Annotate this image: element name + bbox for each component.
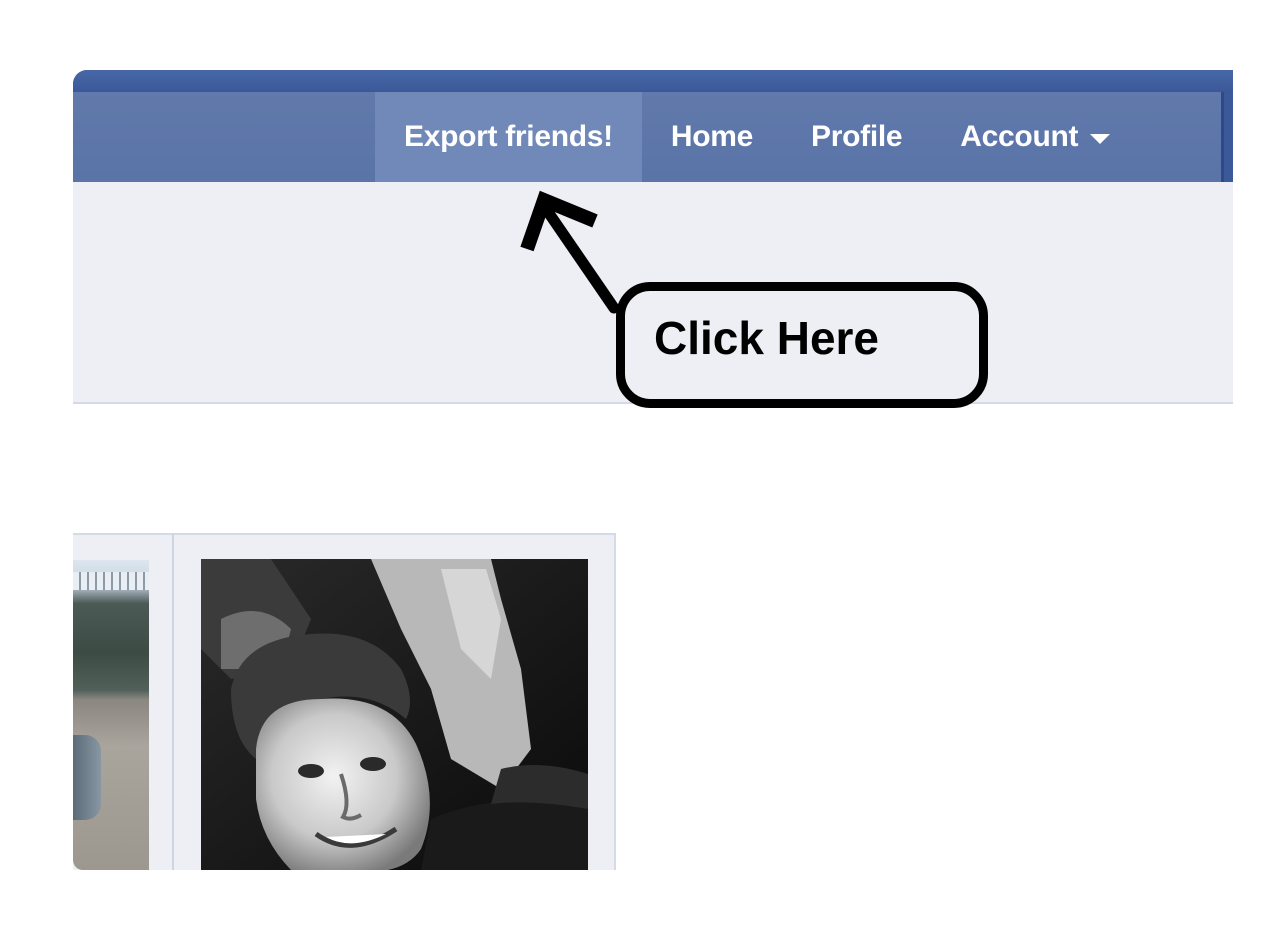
friend-photo[interactable] [201, 559, 588, 870]
topbar-inner: Export friends! Home Profile Account [73, 92, 1224, 182]
nav-home-label: Home [670, 120, 754, 153]
main-nav: Export friends! Home Profile Account [375, 92, 1139, 182]
friend-photo-partial[interactable] [73, 560, 149, 870]
nav-profile[interactable]: Profile [782, 92, 931, 182]
chevron-down-icon [1090, 134, 1111, 144]
nav-account[interactable]: Account [931, 92, 1139, 182]
screenshot-stage: Export friends! Home Profile Account Cli… [0, 0, 1280, 931]
nav-export-friends[interactable]: Export friends! [375, 92, 642, 182]
callout-text: Click Here [654, 312, 880, 364]
nav-home[interactable]: Home [642, 92, 782, 182]
top-navigation-bar: Export friends! Home Profile Account [73, 70, 1233, 182]
photo-detail [73, 572, 149, 590]
nav-profile-label: Profile [811, 120, 903, 153]
photo-detail-car [73, 735, 101, 820]
topbar-accent-strip [73, 70, 1233, 92]
nav-account-label: Account [960, 120, 1079, 153]
photo-divider [172, 533, 174, 870]
nav-export-friends-label: Export friends! [404, 120, 613, 153]
portrait-image [201, 559, 588, 870]
